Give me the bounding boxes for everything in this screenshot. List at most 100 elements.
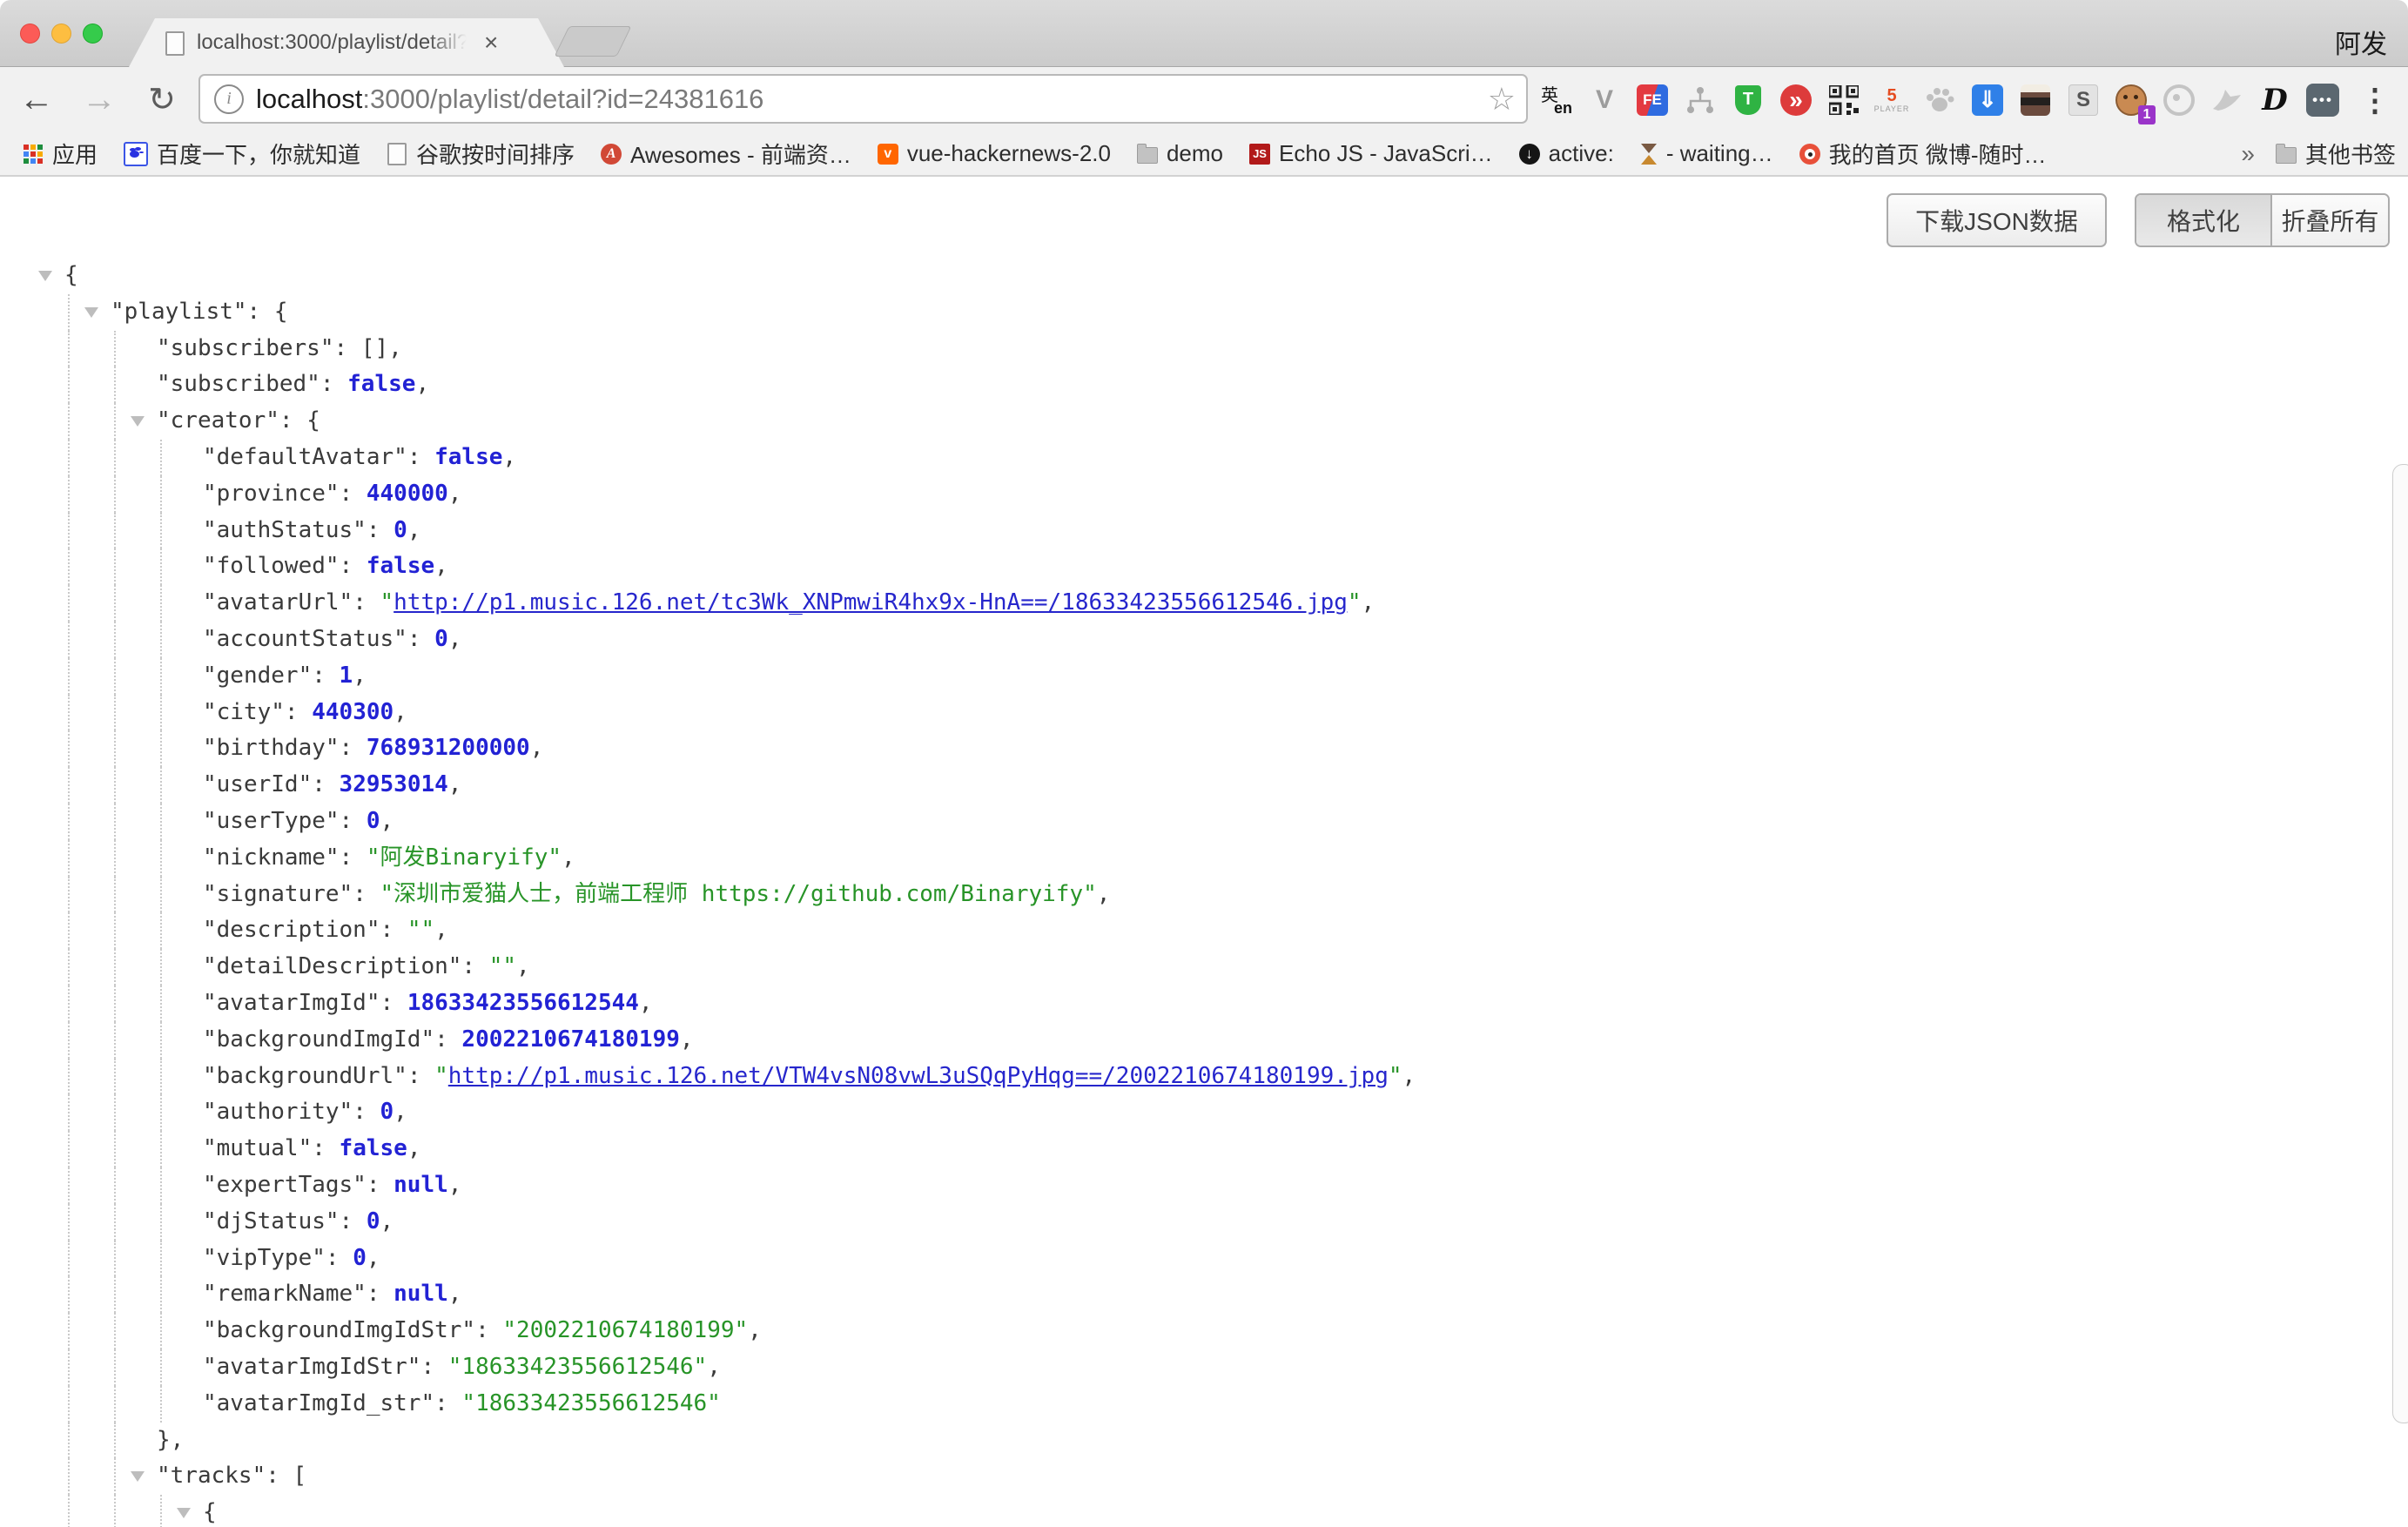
bookmark-waiting[interactable]: - waiting… [1640, 140, 1773, 167]
indent-guide [111, 877, 157, 913]
site-info-icon[interactable]: i [214, 84, 244, 114]
json-line: "signature": "深圳市爱猫人士，前端工程师 https://gith… [64, 877, 2387, 913]
zoom-window-button[interactable] [83, 24, 103, 44]
new-tab-button[interactable] [554, 26, 631, 57]
reload-button[interactable]: ↻ [138, 67, 186, 132]
json-token: null [393, 1281, 448, 1307]
json-link[interactable]: http://p1.music.126.net/tc3Wk_XNPmwiR4hx… [393, 589, 1348, 616]
fe-glyph: FE [1637, 84, 1668, 116]
video-downloader-extension-icon[interactable]: ⇓ [1970, 83, 2005, 118]
s-extension-icon[interactable]: S [2066, 83, 2101, 118]
bookmark-echojs[interactable]: JS Echo JS - JavaScri… [1249, 140, 1493, 167]
player-label: PLAYER [1874, 104, 1910, 113]
html5-player-extension-icon[interactable]: 5 PLAYER [1874, 83, 1909, 118]
indent-guide [111, 1022, 157, 1059]
json-token: "vipType" [203, 1245, 326, 1271]
sitemap-extension-icon[interactable] [1683, 83, 1718, 118]
fastforward-extension-icon[interactable]: » [1779, 83, 1813, 118]
json-line: "subscribed": false, [64, 367, 2387, 403]
minimize-window-button[interactable] [51, 24, 71, 44]
json-token: "mutual" [203, 1135, 312, 1161]
close-window-button[interactable] [20, 24, 40, 44]
indent-guide [111, 440, 157, 476]
s-glyph: S [2068, 84, 2098, 116]
translate-extension-icon[interactable]: 英 en [1539, 83, 1574, 118]
other-bookmarks[interactable]: 其他书签 [2276, 138, 2396, 170]
weibo-gray-extension-icon[interactable] [2162, 83, 2196, 118]
json-token: false [347, 371, 415, 397]
more-extensions-icon[interactable]: ••• [2305, 83, 2340, 118]
json-line: "djStatus": 0, [64, 1204, 2387, 1241]
collapse-toggle-icon[interactable] [131, 416, 145, 427]
dark-d-extension-icon[interactable]: D [2257, 83, 2292, 118]
forward-button[interactable]: → [75, 67, 124, 132]
profile-name[interactable]: 阿发 [2335, 23, 2387, 61]
bookmark-weibo[interactable]: 我的首页 微博-随时… [1799, 138, 2047, 170]
indent-guide [157, 622, 203, 658]
html5-glyph: 5 [1887, 87, 1896, 104]
tab-close-icon[interactable]: × [484, 29, 498, 57]
bookmarks-overflow-icon[interactable]: » [2241, 140, 2255, 168]
bookmark-google-sort[interactable]: 谷歌按时间排序 [387, 138, 575, 170]
json-token: : [461, 953, 488, 979]
json-token: : [434, 1026, 461, 1053]
bookmark-label: 我的首页 微博-随时… [1829, 138, 2047, 170]
collapse-toggle-icon[interactable] [131, 1471, 145, 1482]
json-view: {"playlist": {"subscribers": [],"subscri… [0, 177, 2387, 1527]
shield-glyph: T [1735, 85, 1761, 115]
indent-guide [64, 331, 111, 367]
collapse-toggle-icon[interactable] [84, 307, 98, 318]
back-button[interactable]: ← [12, 67, 61, 132]
extensions-row: 英 en V FE T » 5 PLAYER ⇓ S [1539, 67, 2340, 132]
json-token: , [434, 553, 448, 579]
json-token: : { [279, 407, 320, 434]
json-link[interactable]: http://p1.music.126.net/VTW4vsN08vwL3uSQ… [448, 1063, 1389, 1089]
bookmark-baidu[interactable]: 百度一下，你就知道 [124, 138, 360, 170]
json-token: false [434, 444, 502, 470]
indent-guide [64, 1131, 111, 1167]
json-token: }, [157, 1427, 184, 1453]
tampermonkey-extension-icon[interactable]: 1 [2114, 83, 2149, 118]
collapse-toggle-icon[interactable] [38, 271, 52, 281]
active-tab[interactable]: localhost:3000/playlist/detail?i × [129, 18, 564, 67]
browser-menu-icon[interactable]: ⋮ [2352, 67, 2398, 132]
address-bar[interactable]: i localhost:3000/playlist/detail?id=2438… [198, 74, 1528, 124]
bird-extension-icon[interactable] [2210, 83, 2244, 118]
bookmark-star-icon[interactable]: ☆ [1488, 81, 1516, 118]
indent-guide [64, 1458, 111, 1495]
paw-extension-icon[interactable] [1922, 83, 1957, 118]
indent-guide [111, 1349, 157, 1386]
json-token: "tracks" [157, 1463, 266, 1489]
indent-guide [157, 1059, 203, 1095]
indent-guide [111, 949, 157, 985]
json-token: : [312, 1135, 339, 1161]
json-token: 0 [353, 1245, 367, 1271]
bookmark-label: Echo JS - JavaScri… [1279, 140, 1493, 167]
downloader-glyph: ⇓ [1972, 84, 2003, 116]
collapse-toggle-icon[interactable] [177, 1508, 191, 1518]
indent-guide [157, 1241, 203, 1277]
bookmark-apps[interactable]: 应用 [23, 138, 98, 170]
bookmark-awesomes[interactable]: A Awesomes - 前端资… [601, 138, 851, 170]
json-token: "description" [203, 917, 380, 943]
json-token: "defaultAvatar" [203, 444, 407, 470]
json-line: "backgroundUrl": "http://p1.music.126.ne… [64, 1059, 2387, 1095]
json-token: "userType" [203, 808, 340, 834]
json-token: "" [489, 953, 516, 979]
indent-guide [111, 695, 157, 731]
qrcode-extension-icon[interactable] [1826, 83, 1861, 118]
json-token: 440000 [367, 481, 448, 507]
fe-extension-icon[interactable]: FE [1635, 83, 1670, 118]
bookmark-vue-hackernews[interactable]: v vue-hackernews-2.0 [878, 140, 1111, 167]
vue-devtools-icon[interactable]: V [1587, 83, 1622, 118]
json-token: , [530, 735, 544, 761]
mask-proxy-extension-icon[interactable] [2018, 83, 2053, 118]
bookmark-label: Awesomes - 前端资… [630, 138, 851, 170]
bookmark-demo-folder[interactable]: demo [1137, 140, 1223, 167]
scrollbar[interactable] [2392, 464, 2408, 1423]
json-token: : [353, 589, 380, 616]
indent-guide [64, 985, 111, 1022]
indent-guide [111, 548, 157, 585]
bookmark-active[interactable]: ↓ active: [1519, 140, 1614, 167]
shield-extension-icon[interactable]: T [1731, 83, 1766, 118]
